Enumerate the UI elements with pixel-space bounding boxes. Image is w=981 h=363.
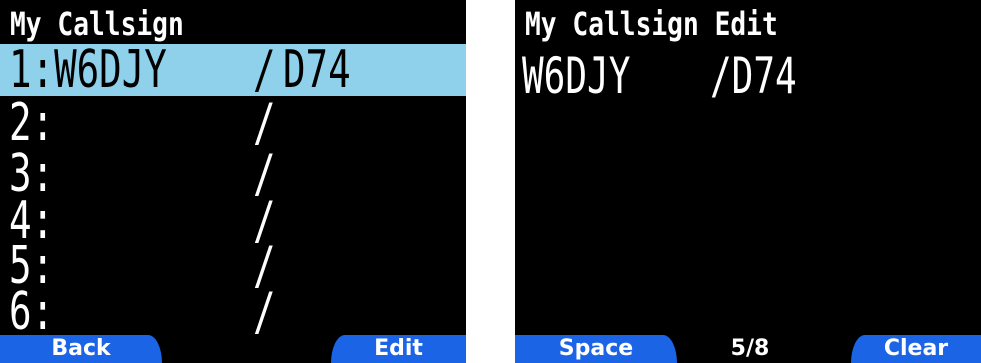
page-title: My Callsign: [10, 5, 184, 43]
slot-slash: /: [253, 40, 276, 100]
page-indicator: 5/8: [730, 336, 770, 361]
callsign-slot-2[interactable]: 2: /: [0, 97, 466, 149]
slot-slash: /: [253, 282, 276, 342]
slot-label: 2:: [9, 93, 55, 153]
callsign-slot-3[interactable]: 3: /: [0, 148, 466, 200]
my-callsign-screen: My Callsign 1:W6DJY / D74 2: / 3: / 4: /…: [0, 0, 466, 363]
slot-label: 1:W6DJY: [9, 40, 167, 100]
back-button[interactable]: Back: [0, 335, 162, 363]
space-button[interactable]: Space: [515, 335, 677, 363]
callsign-slot-5[interactable]: 5: /: [0, 240, 466, 292]
slot-suffix: D74: [283, 40, 351, 100]
edit-button[interactable]: Edit: [331, 335, 466, 363]
callsign-edit-field[interactable]: W6DJY: [522, 50, 630, 102]
slot-label: 6:: [9, 282, 55, 342]
page-title: My Callsign Edit: [525, 5, 778, 43]
callsign-suffix-field[interactable]: /D74: [710, 50, 797, 102]
slot-slash: /: [253, 93, 276, 153]
callsign-slot-1[interactable]: 1:W6DJY / D74: [0, 44, 466, 96]
callsign-slot-6[interactable]: 6: /: [0, 286, 466, 338]
my-callsign-edit-screen: My Callsign Edit W6DJY /D74 Space 5/8 Cl…: [515, 0, 981, 363]
clear-button[interactable]: Clear: [851, 335, 981, 363]
